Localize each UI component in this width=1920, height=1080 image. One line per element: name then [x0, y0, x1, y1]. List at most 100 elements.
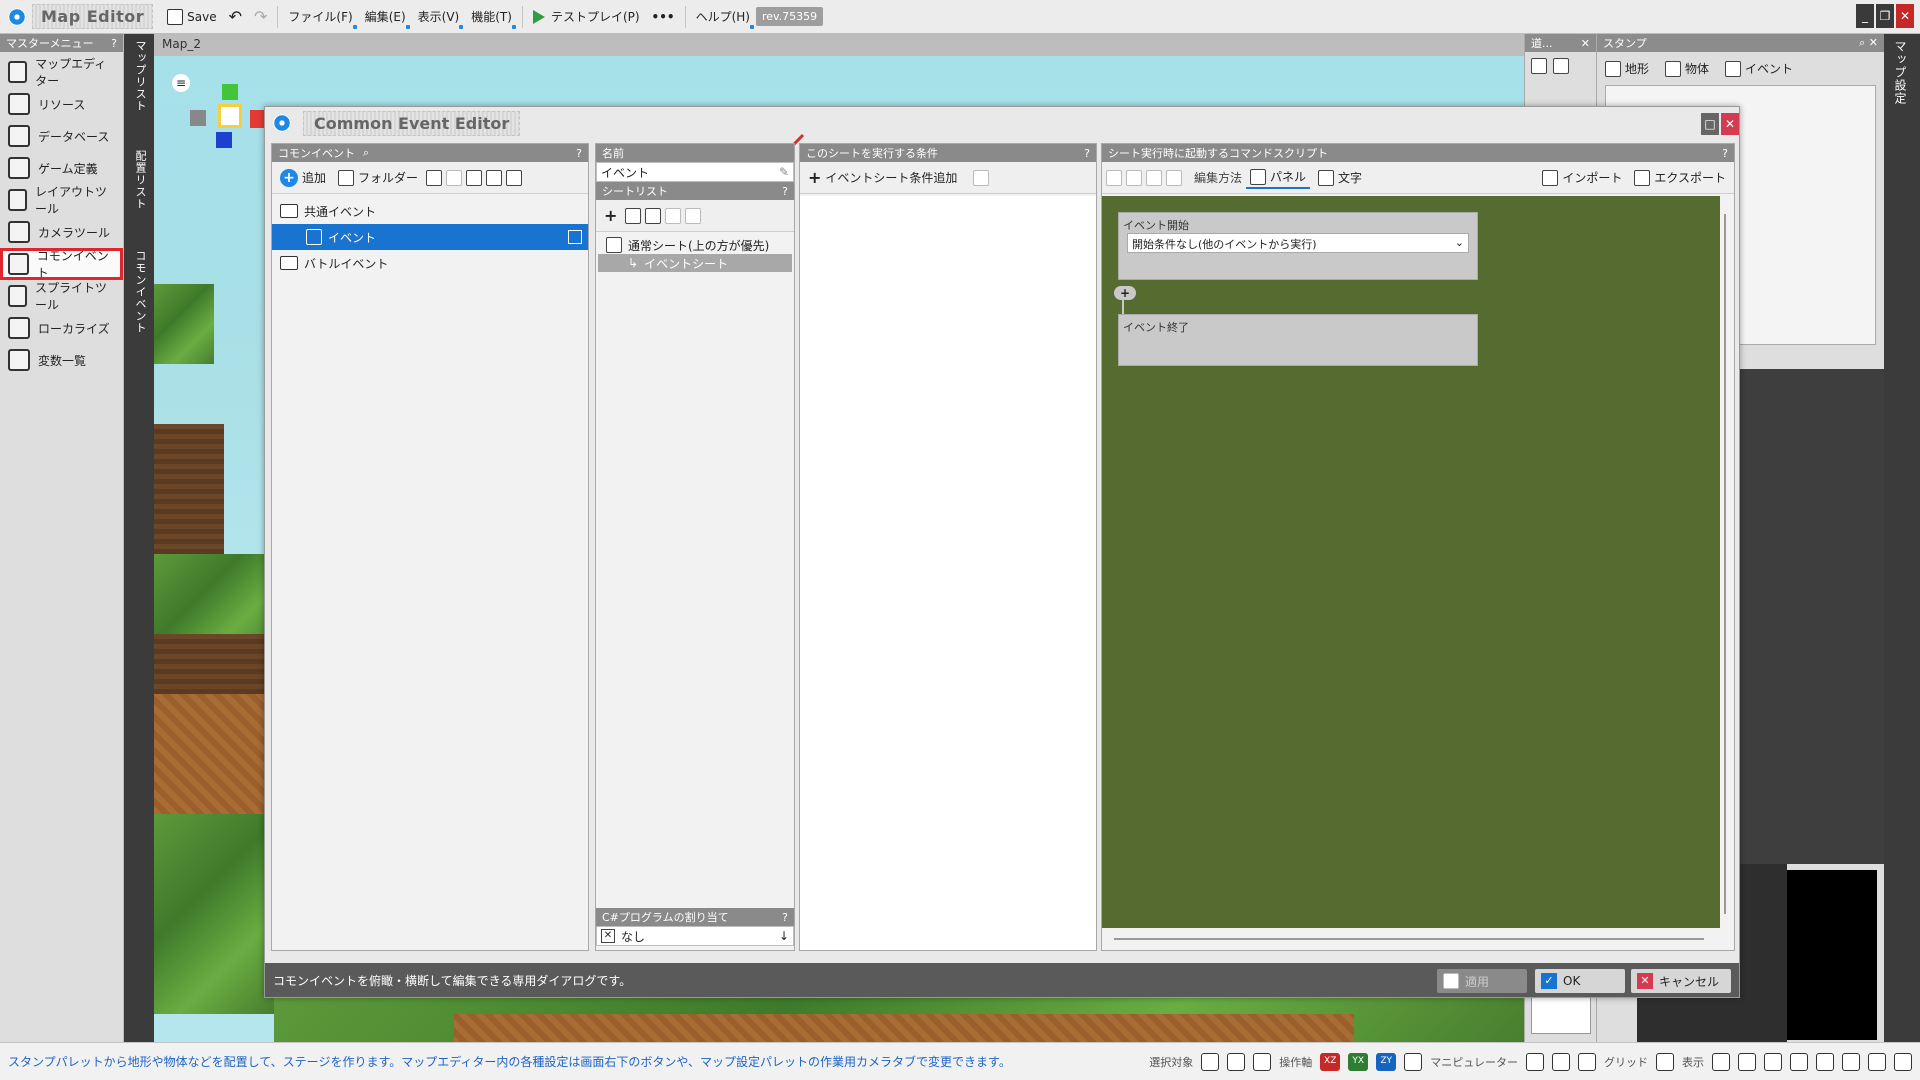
tab-map-settings[interactable]: マップ設定: [1884, 34, 1917, 111]
master-menu-item[interactable]: リソース: [0, 88, 123, 120]
undo-button[interactable]: ↶: [223, 4, 248, 30]
redo-button[interactable]: ↷: [248, 4, 273, 30]
sheet-list-help[interactable]: ?: [782, 185, 788, 198]
display-collision-icon[interactable]: [1842, 1052, 1860, 1071]
move-manipulator-icon[interactable]: [1526, 1052, 1544, 1071]
menu-help[interactable]: ヘルプ(H): [690, 4, 756, 30]
display-sky-icon[interactable]: [1816, 1052, 1834, 1071]
delete-sheet-icon[interactable]: [685, 207, 702, 224]
scale-manipulator-icon[interactable]: [1578, 1052, 1596, 1071]
restore-icon: ❐: [1879, 9, 1891, 23]
grid-snap-icon[interactable]: [1656, 1052, 1674, 1071]
master-menu-help[interactable]: ?: [111, 37, 117, 50]
horizontal-scrollbar[interactable]: [1114, 938, 1704, 940]
tab-terrain[interactable]: 地形: [1605, 60, 1649, 77]
axis-yx-button[interactable]: YX: [1348, 1052, 1369, 1071]
add-sheet-button[interactable]: +: [600, 204, 621, 227]
save-button[interactable]: Save: [161, 4, 222, 30]
stamp-search-icon[interactable]: ⌕ ✕: [1859, 36, 1878, 50]
copy-sheet-icon[interactable]: [645, 207, 662, 224]
dialog-close-button[interactable]: ✕: [1721, 113, 1739, 135]
sheet-item-event[interactable]: ↳ イベントシート: [598, 254, 792, 272]
axis-xz-button[interactable]: XZ: [1320, 1052, 1341, 1071]
menu-function[interactable]: 機能(T): [465, 4, 518, 30]
tab-placement-list[interactable]: 配置リスト: [124, 144, 156, 244]
export-button[interactable]: エクスポート: [1630, 167, 1730, 188]
paste-sheet-icon[interactable]: [665, 207, 682, 224]
add-condition-button[interactable]: + イベントシート条件追加: [804, 166, 961, 189]
tab-map-list[interactable]: マップリスト: [124, 34, 156, 144]
more-menu-button[interactable]: •••: [646, 4, 681, 30]
cut-command-icon[interactable]: [1126, 169, 1142, 186]
down-arrow-icon[interactable]: ↓: [779, 929, 789, 943]
dialog-maximize-button[interactable]: □: [1701, 113, 1719, 135]
sheet-group-normal[interactable]: 通常シート(上の方が優先): [598, 236, 792, 254]
command-script-canvas[interactable]: イベント開始 開始条件なし(他のイベントから実行) ⌄ + イベント終了: [1102, 196, 1720, 928]
menu-file[interactable]: ファイル(F): [282, 4, 358, 30]
csharp-select[interactable]: ✕ なし ↓: [596, 926, 794, 946]
ok-button[interactable]: ✓ OK: [1535, 969, 1625, 993]
event-start-block[interactable]: イベント開始 開始条件なし(他のイベントから実行) ⌄: [1118, 212, 1478, 280]
pin-close-icon[interactable]: ✕: [1581, 37, 1590, 50]
restore-window-button[interactable]: ❐: [1876, 4, 1894, 28]
select-object-icon[interactable]: [1227, 1052, 1246, 1071]
viewport-tab[interactable]: Map_2: [154, 34, 1524, 56]
axis-gizmo[interactable]: [184, 84, 274, 164]
display-light-icon[interactable]: [1764, 1052, 1782, 1071]
master-menu-item[interactable]: 変数一覧: [0, 344, 123, 376]
paste-command-icon[interactable]: [1146, 169, 1162, 186]
master-menu-item[interactable]: マップエディター: [0, 56, 123, 88]
csharp-help[interactable]: ?: [782, 911, 788, 924]
edit-sheet-icon[interactable]: [625, 207, 642, 224]
minimize-window-button[interactable]: _: [1856, 4, 1874, 28]
pointer-tool-icon[interactable]: [1553, 58, 1569, 74]
master-menu-item[interactable]: カメラツール: [0, 216, 123, 248]
close-window-button[interactable]: ✕: [1896, 4, 1914, 28]
delete-condition-icon[interactable]: [973, 169, 990, 186]
master-menu-item[interactable]: コモンイベント: [0, 248, 123, 280]
add-event-button[interactable]: + 追加: [276, 167, 330, 189]
delete-command-icon[interactable]: [1166, 169, 1182, 186]
condition-list[interactable]: [800, 196, 1096, 950]
master-menu-item[interactable]: スプライトツール: [0, 280, 123, 312]
ok-label: OK: [1563, 974, 1581, 988]
manipulator-icon[interactable]: [1404, 1052, 1423, 1071]
rotate-manipulator-icon[interactable]: [1552, 1052, 1570, 1071]
menu-edit[interactable]: 編集(E): [359, 4, 412, 30]
axis-zy-button[interactable]: ZY: [1376, 1052, 1397, 1071]
master-menu-item[interactable]: データベース: [0, 120, 123, 152]
edit-pencil-icon[interactable]: ✎: [779, 165, 789, 179]
app-status-bar: スタンプパレットから地形や物体などを配置して、ステージを作ります。マップエディタ…: [0, 1042, 1920, 1080]
import-button[interactable]: インポート: [1538, 167, 1626, 188]
apply-button[interactable]: 適用: [1437, 969, 1527, 993]
condition-help[interactable]: ?: [1084, 147, 1090, 160]
tab-event[interactable]: イベント: [1725, 60, 1793, 77]
display-camera-icon[interactable]: [1894, 1052, 1912, 1071]
master-menu-item[interactable]: レイアウトツール: [0, 184, 123, 216]
event-name-field[interactable]: イベント ✎: [596, 162, 794, 182]
display-gizmo-icon[interactable]: [1868, 1052, 1886, 1071]
master-menu-item[interactable]: ゲーム定義: [0, 152, 123, 184]
menu-view[interactable]: 表示(V): [412, 4, 466, 30]
tab-common-event[interactable]: コモンイベント: [124, 244, 156, 364]
testplay-button[interactable]: テストプレイ(P): [527, 4, 646, 30]
event-end-block[interactable]: イベント終了: [1118, 314, 1478, 366]
vertical-scrollbar[interactable]: [1724, 214, 1726, 914]
cancel-button[interactable]: ✕ キャンセル: [1631, 969, 1731, 993]
select-tile-icon[interactable]: [1201, 1052, 1220, 1071]
display-layer-icon[interactable]: [1738, 1052, 1756, 1071]
tab-object[interactable]: 物体: [1665, 60, 1709, 77]
start-condition-select[interactable]: 開始条件なし(他のイベントから実行) ⌄: [1127, 233, 1469, 253]
insert-command-button[interactable]: +: [1114, 286, 1136, 300]
display-settings-icon[interactable]: [1790, 1052, 1808, 1071]
text-mode-button[interactable]: 文字: [1314, 167, 1366, 188]
select-tool-icon[interactable]: [1531, 58, 1547, 74]
master-menu-item[interactable]: ローカライズ: [0, 312, 123, 344]
script-help[interactable]: ?: [1722, 147, 1728, 160]
csharp-clear-icon[interactable]: ✕: [601, 929, 615, 943]
sheet-list-header: シートリスト ?: [596, 182, 794, 200]
select-event-icon[interactable]: [1253, 1052, 1272, 1071]
display-grid-icon[interactable]: [1712, 1052, 1730, 1071]
panel-mode-button[interactable]: パネル: [1246, 166, 1311, 189]
copy-command-icon[interactable]: [1106, 169, 1122, 186]
